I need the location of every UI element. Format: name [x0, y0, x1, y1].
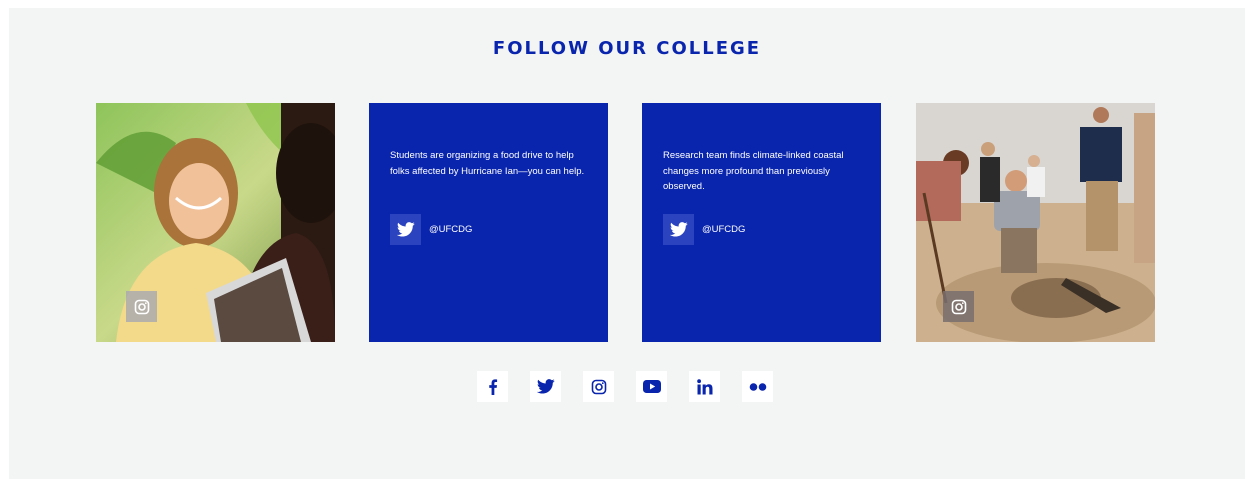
facebook-link[interactable]	[477, 371, 508, 402]
linkedin-icon	[696, 378, 712, 394]
flickr-icon	[749, 382, 766, 391]
facebook-icon	[488, 378, 497, 395]
twitter-handle: @UFCDG	[702, 224, 746, 235]
twitter-icon	[396, 222, 415, 237]
instagram-icon	[591, 379, 606, 394]
tweet-card-1[interactable]: Students are organizing a food drive to …	[369, 103, 608, 342]
instagram-icon	[134, 299, 149, 314]
tweet-author[interactable]: @UFCDG	[390, 214, 472, 245]
tweet-text: Research team finds climate-linked coast…	[663, 150, 844, 192]
youtube-link[interactable]	[636, 371, 667, 402]
twitter-badge	[663, 214, 694, 245]
tweet-text: Students are organizing a food drive to …	[390, 150, 585, 177]
instagram-badge	[126, 291, 157, 322]
follow-section: FOLLOW OUR COLLEGE Students are organizi…	[9, 8, 1245, 479]
linkedin-link[interactable]	[689, 371, 720, 402]
instagram-icon	[951, 299, 966, 314]
youtube-icon	[642, 380, 661, 393]
social-links	[477, 371, 773, 402]
flickr-link[interactable]	[742, 371, 773, 402]
instagram-post-1[interactable]	[96, 103, 335, 342]
twitter-icon	[536, 379, 555, 394]
instagram-post-2[interactable]	[916, 103, 1155, 342]
instagram-badge	[943, 291, 974, 322]
twitter-icon	[669, 222, 688, 237]
tweet-card-2[interactable]: Research team finds climate-linked coast…	[642, 103, 881, 342]
instagram-link[interactable]	[583, 371, 614, 402]
twitter-handle: @UFCDG	[429, 224, 473, 235]
tweet-author[interactable]: @UFCDG	[663, 214, 745, 245]
twitter-link[interactable]	[530, 371, 561, 402]
section-title: FOLLOW OUR COLLEGE	[492, 38, 762, 59]
twitter-badge	[390, 214, 421, 245]
